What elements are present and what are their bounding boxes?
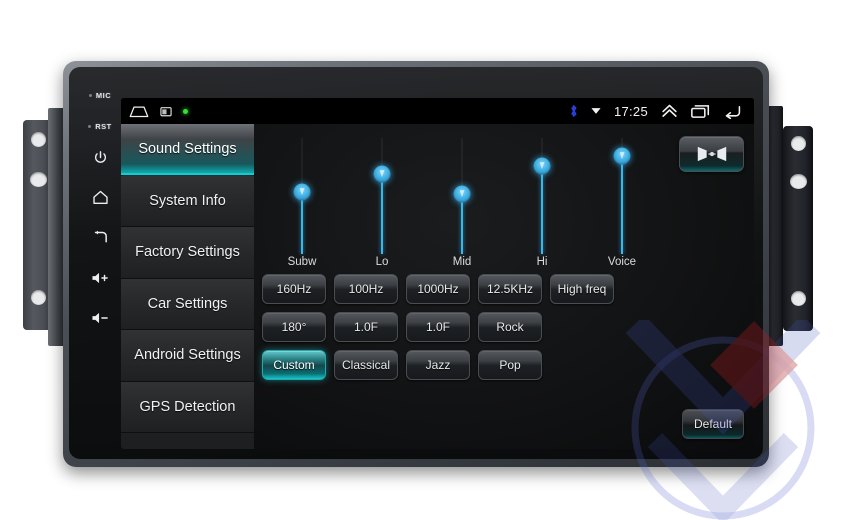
bracket-screw-hole <box>31 132 46 147</box>
sidebar-item-label: Android Settings <box>134 347 241 364</box>
head-unit-face: MIC RST 17:25 Sound Settings System Info… <box>69 67 763 459</box>
slider-mid[interactable]: Mid <box>422 130 502 270</box>
equalizer-sliders: Subw Lo Mid Hi Voice <box>262 130 662 270</box>
lcd-screen: 17:25 Sound Settings System Info Factory… <box>121 98 754 449</box>
slider-knob[interactable] <box>533 157 551 175</box>
preset-button-pop[interactable]: Pop <box>478 350 542 380</box>
slider-label: Lo <box>375 256 389 268</box>
bracket-screw-hole <box>30 172 47 187</box>
slider-label: Voice <box>607 256 637 268</box>
slider-lo[interactable]: Lo <box>342 130 422 270</box>
sidebar-item-car-settings[interactable]: Car Settings <box>121 278 254 330</box>
preset-button-custom[interactable]: Custom <box>262 350 326 380</box>
slider-fill <box>461 194 463 254</box>
bracket-screw-hole <box>791 136 806 151</box>
sidebar-item-factory-settings[interactable]: Factory Settings <box>121 227 254 279</box>
screenshot-root: MIC RST 17:25 Sound Settings System Info… <box>0 0 849 520</box>
power-button[interactable] <box>77 150 123 165</box>
preset-button-high-freq[interactable]: High freq <box>550 274 614 304</box>
sidebar-item-label: Factory Settings <box>135 244 240 261</box>
volume-down-button[interactable] <box>77 311 123 325</box>
preset-button-180deg[interactable]: 180° <box>262 312 326 342</box>
slider-fill <box>541 166 543 254</box>
sidebar-item-label: Car Settings <box>147 295 228 312</box>
mounting-bracket-right <box>783 126 813 331</box>
sidebar-item-label: Sound Settings <box>138 141 237 158</box>
balance-fader-icon <box>697 146 726 162</box>
slider-knob[interactable] <box>373 165 391 183</box>
green-status-dot <box>183 108 188 114</box>
preset-button-jazz[interactable]: Jazz <box>406 350 470 380</box>
android-status-bar: 17:25 <box>121 98 754 124</box>
slider-subw[interactable]: Subw <box>262 130 342 270</box>
head-unit-body: MIC RST 17:25 Sound Settings System Info… <box>63 61 769 467</box>
mic-label: MIC <box>95 91 112 100</box>
sidebar-item-system-info[interactable]: System Info <box>121 175 254 227</box>
slider-fill <box>381 174 383 254</box>
home-button[interactable] <box>77 190 123 205</box>
slider-label: Mid <box>452 256 472 268</box>
slider-label: Subw <box>287 256 317 268</box>
preset-row-genres: Custom Classical Jazz Pop <box>262 350 746 380</box>
slider-fill <box>621 156 623 254</box>
preset-row-frequencies: 160Hz 100Hz 1000Hz 12.5KHz High freq <box>262 274 746 304</box>
sidebar-item-android-settings[interactable]: Android Settings <box>121 330 254 382</box>
bracket-screw-hole <box>31 290 46 305</box>
slider-knob[interactable] <box>453 185 471 203</box>
bluetooth-icon <box>569 104 578 118</box>
slider-knob[interactable] <box>293 183 311 201</box>
mic-led-icon <box>88 94 92 97</box>
reset-led-icon <box>88 125 92 128</box>
volume-up-icon <box>91 272 108 284</box>
home-icon <box>92 190 108 204</box>
settings-sidebar: Sound Settings System Info Factory Setti… <box>121 124 254 449</box>
bracket-screw-hole <box>791 291 806 306</box>
default-button[interactable]: Default <box>682 409 744 439</box>
balance-fader-button[interactable] <box>679 136 744 172</box>
volume-down-icon <box>91 312 108 324</box>
back-arrow-icon <box>94 230 107 243</box>
sidebar-item-label: GPS Detection <box>139 398 236 415</box>
power-icon <box>94 151 106 163</box>
back-arrow-icon[interactable] <box>723 104 742 119</box>
preset-button-1000hz[interactable]: 1000Hz <box>406 274 470 304</box>
bracket-screw-hole <box>790 174 807 189</box>
volume-up-button[interactable] <box>77 271 123 285</box>
preset-button-12-5khz[interactable]: 12.5KHz <box>478 274 542 304</box>
home-outline-icon <box>129 105 149 118</box>
sdcard-icon <box>160 106 172 117</box>
reset-button[interactable]: RST <box>77 122 123 131</box>
mic-indicator: MIC <box>77 91 123 100</box>
slider-label: Hi <box>536 256 548 268</box>
preset-button-rock[interactable]: Rock <box>478 312 542 342</box>
double-chevron-up-icon[interactable] <box>661 104 678 118</box>
preset-button-grid: 160Hz 100Hz 1000Hz 12.5KHz High freq 180… <box>262 274 746 388</box>
slider-hi[interactable]: Hi <box>502 130 582 270</box>
sound-settings-panel: Subw Lo Mid Hi Voice 160Hz 100Hz 1000Hz … <box>254 124 754 449</box>
preset-button-160hz[interactable]: 160Hz <box>262 274 326 304</box>
back-button[interactable] <box>77 230 123 245</box>
screen-content: Sound Settings System Info Factory Setti… <box>121 124 754 449</box>
hardkey-column: MIC RST <box>77 79 123 441</box>
preset-row-parameters: 180° 1.0F 1.0F Rock <box>262 312 746 342</box>
preset-button-1-0f-a[interactable]: 1.0F <box>334 312 398 342</box>
slider-knob[interactable] <box>613 147 631 165</box>
recent-apps-icon[interactable] <box>691 104 710 119</box>
slider-fill <box>301 192 303 254</box>
preset-button-classical[interactable]: Classical <box>334 350 398 380</box>
reset-label: RST <box>95 122 112 131</box>
triangle-down-icon[interactable] <box>591 107 601 115</box>
slider-voice[interactable]: Voice <box>582 130 662 270</box>
preset-button-100hz[interactable]: 100Hz <box>334 274 398 304</box>
status-clock: 17:25 <box>613 103 648 119</box>
sidebar-item-label: System Info <box>149 192 226 209</box>
sidebar-item-sound-settings[interactable]: Sound Settings <box>121 124 254 176</box>
preset-button-1-0f-b[interactable]: 1.0F <box>406 312 470 342</box>
sidebar-item-gps-detection[interactable]: GPS Detection <box>121 381 254 433</box>
